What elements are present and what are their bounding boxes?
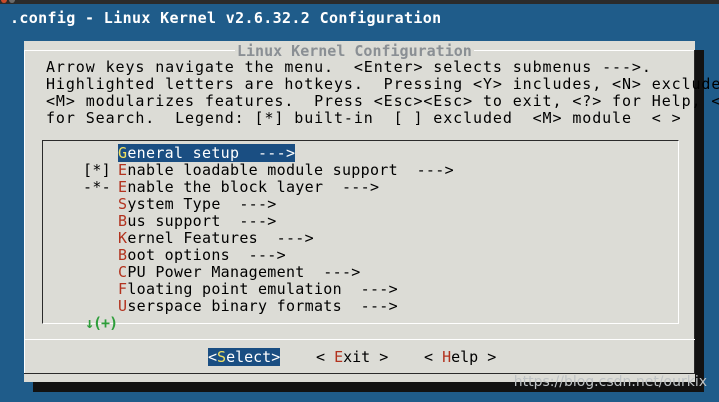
minimize-dot-icon[interactable] — [9, 0, 15, 3]
button-area-divider — [24, 339, 695, 340]
menu-item-label: oot options ---> — [127, 246, 286, 264]
help-button[interactable]: < Help > — [424, 348, 496, 366]
menu-item-floating-point-emulation[interactable]: Floating point emulation ---> — [83, 281, 398, 298]
menu-item-label: loating point emulation ---> — [127, 280, 398, 298]
menu-item-loadable-module-support[interactable]: [*] Enable loadable module support ---> — [83, 162, 454, 179]
help-text-line-3: <M> modularizes features. Press <Esc><Es… — [46, 92, 719, 110]
menu-item-label: ernel Features ---> — [127, 229, 314, 247]
hotkey-letter: U — [118, 297, 128, 315]
hotkey-letter: B — [118, 212, 128, 230]
dialog-border-right-lower — [694, 340, 695, 373]
menu-item-label: serspace binary formats ---> — [127, 297, 398, 315]
menu-item-label: ystem Type ---> — [127, 195, 277, 213]
menu-item-userspace-binary-formats[interactable]: Userspace binary formats ---> — [83, 298, 398, 315]
hotkey-letter: E — [118, 178, 128, 196]
hotkey-letter: C — [118, 263, 128, 281]
watermark-text: https://blog.csdn.net/ourkix — [513, 374, 707, 390]
window-title: .config - Linux Kernel v2.6.32.2 Configu… — [10, 9, 442, 27]
hotkey-letter: E — [118, 161, 128, 179]
menu-item-label: nable loadable module support ---> — [127, 161, 454, 179]
hotkey-letter: G — [118, 144, 128, 162]
scroll-down-indicator[interactable]: ↓(+) — [85, 314, 118, 332]
close-dot-icon[interactable] — [1, 0, 7, 3]
menu-item-label: PU Power Management ---> — [127, 263, 361, 281]
dialog-border-left — [24, 50, 25, 340]
help-text-line-2: Highlighted letters are hotkeys. Pressin… — [46, 75, 719, 93]
help-text-line-4: for Search. Legend: [*] built-in [ ] exc… — [46, 109, 682, 127]
menu-item-system-type[interactable]: System Type ---> — [83, 196, 277, 213]
hotkey-letter: S — [118, 195, 128, 213]
dialog-border-left-lower — [24, 340, 25, 373]
menu-item-block-layer[interactable]: -*- Enable the block layer ---> — [83, 179, 379, 196]
hotkey-letter: K — [118, 229, 128, 247]
menu-item-label: eneral setup ---> — [127, 144, 296, 162]
menu-item-kernel-features[interactable]: Kernel Features ---> — [83, 230, 314, 247]
menu-item-cpu-power-management[interactable]: CPU Power Management ---> — [83, 264, 361, 281]
select-button[interactable]: <Select> — [208, 348, 281, 366]
help-text-line-1: Arrow keys navigate the menu. <Enter> se… — [46, 58, 652, 76]
menu-item-label: us support ---> — [127, 212, 277, 230]
menu-item-general-setup[interactable]: General setup ---> — [83, 144, 296, 162]
exit-button[interactable]: < Exit > — [316, 348, 388, 366]
menu-item-boot-options[interactable]: Boot options ---> — [83, 247, 286, 264]
menu-item-label: nable the block layer ---> — [127, 178, 380, 196]
hotkey-letter: F — [118, 280, 128, 298]
hotkey-letter: B — [118, 246, 128, 264]
terminal-top-strip — [0, 0, 719, 4]
menu-item-bus-support[interactable]: Bus support ---> — [83, 213, 277, 230]
